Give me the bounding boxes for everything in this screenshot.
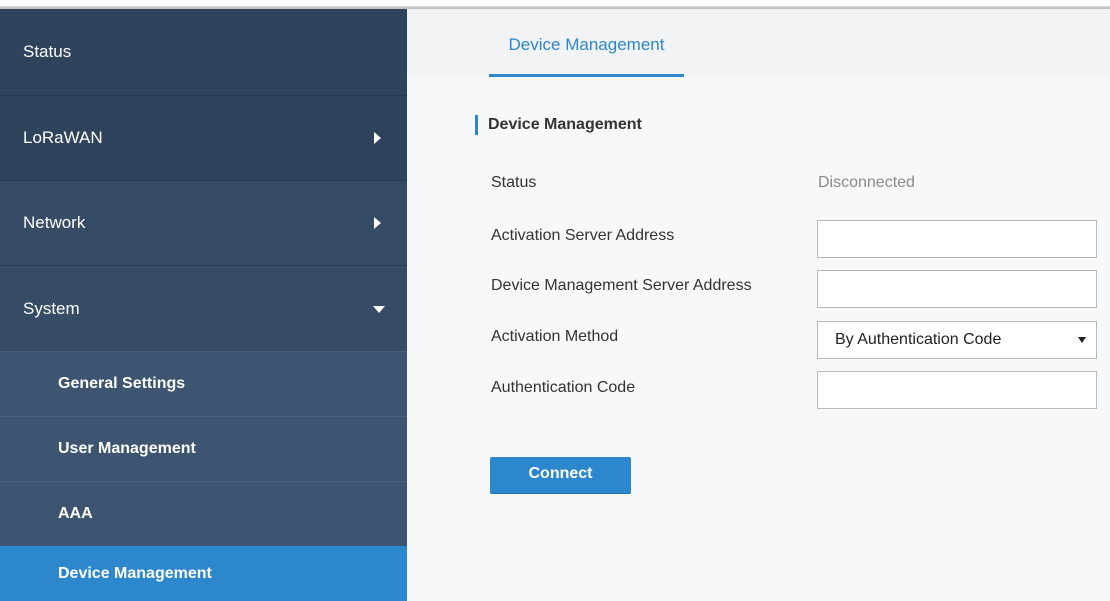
main-content: Device Management Device Management Stat… (407, 9, 1110, 601)
section-title: Device Management (475, 115, 642, 135)
activation-method-value: By Authentication Code (835, 331, 1002, 348)
activation-server-label: Activation Server Address (491, 227, 675, 244)
sidebar-subitem-device-management[interactable]: Device Management (0, 546, 407, 601)
sidebar-item-label: General Settings (58, 375, 186, 392)
sidebar-item-label: AAA (58, 505, 93, 522)
sidebar-item-label: Status (23, 42, 72, 61)
window-top-edge (0, 0, 1110, 9)
tab-bar: Device Management (407, 9, 1110, 77)
sidebar-subitem-general-settings[interactable]: General Settings (0, 352, 407, 416)
sidebar: Status LoRaWAN Network System General Se… (0, 9, 407, 601)
activation-server-input[interactable] (817, 220, 1097, 258)
auth-code-input[interactable] (817, 371, 1097, 409)
sidebar-subitem-aaa[interactable]: AAA (0, 482, 407, 546)
sidebar-item-label: LoRaWAN (23, 128, 103, 147)
dropdown-arrow-icon (1078, 337, 1086, 343)
sidebar-item-label: User Management (58, 440, 196, 457)
status-label: Status (491, 174, 537, 191)
status-value: Disconnected (818, 174, 915, 191)
sidebar-item-lorawan[interactable]: LoRaWAN (0, 96, 407, 180)
sidebar-item-network[interactable]: Network (0, 181, 407, 265)
chevron-right-icon (374, 132, 381, 144)
chevron-down-icon (373, 305, 385, 313)
auth-code-label: Authentication Code (491, 379, 636, 396)
connect-button[interactable]: Connect (490, 457, 631, 493)
activation-method-select[interactable]: By Authentication Code (817, 321, 1097, 359)
dm-server-input[interactable] (817, 270, 1097, 308)
sidebar-item-system[interactable]: System (0, 266, 407, 351)
sidebar-subitem-user-management[interactable]: User Management (0, 417, 407, 481)
dm-server-label: Device Management Server Address (491, 277, 752, 294)
chevron-right-icon (374, 217, 381, 229)
sidebar-item-label: Network (23, 213, 86, 232)
sidebar-item-status[interactable]: Status (0, 9, 407, 95)
tab-device-management[interactable]: Device Management (489, 9, 684, 77)
sidebar-item-label: System (23, 298, 80, 318)
activation-method-label: Activation Method (491, 328, 619, 345)
sidebar-item-label: Device Management (58, 564, 212, 582)
